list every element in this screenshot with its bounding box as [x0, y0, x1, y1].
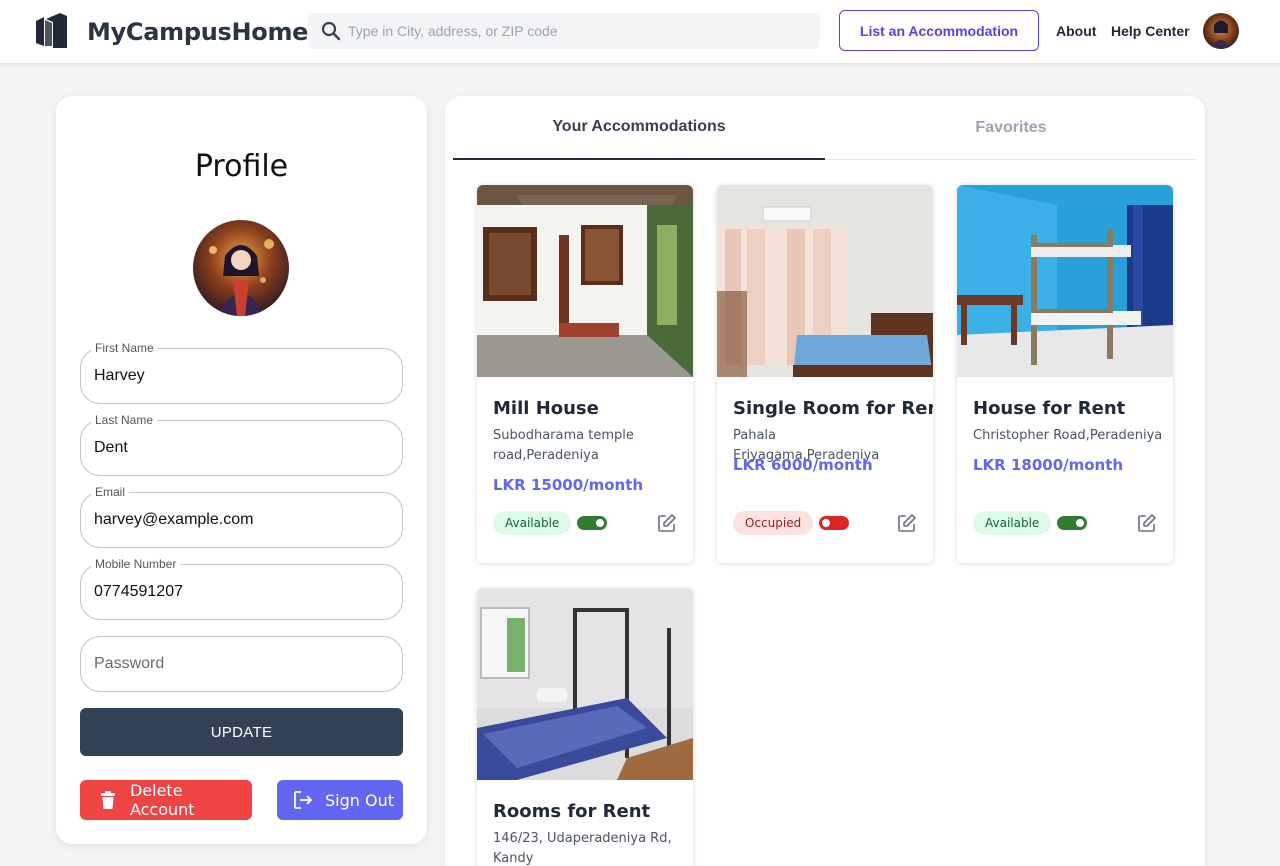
edit-icon[interactable] [657, 513, 677, 533]
trash-icon [100, 791, 115, 809]
listing-photo [957, 185, 1173, 377]
listing-title: House for Rent [973, 398, 1126, 419]
listing-photo [477, 588, 693, 780]
availability-toggle[interactable] [1057, 516, 1087, 530]
listing-card[interactable]: House for Rent Christopher Road,Peradeni… [957, 185, 1173, 563]
password-field[interactable] [80, 636, 403, 692]
email-field[interactable]: Email [80, 485, 403, 548]
last-name-field[interactable]: Last Name [80, 413, 403, 476]
listing-title: Single Room for Rent [733, 398, 933, 419]
building-logo-icon[interactable] [36, 13, 68, 48]
brand-name[interactable]: MyCampusHome [87, 18, 308, 46]
availability-toggle[interactable] [819, 516, 849, 530]
nav-about-link[interactable]: About [1056, 23, 1096, 39]
first-name-field[interactable]: First Name [80, 341, 403, 404]
tab-favorites[interactable]: Favorites [825, 96, 1197, 160]
mobile-number-field[interactable]: Mobile Number [80, 557, 403, 620]
email-input[interactable] [94, 493, 384, 547]
listing-card[interactable]: Rooms for Rent 146/23, Udaperadeniya Rd,… [477, 588, 693, 866]
tab-bar: Your Accommodations Favorites [453, 96, 1197, 160]
password-input[interactable] [94, 637, 384, 691]
delete-account-button[interactable]: Delete Account [80, 780, 252, 820]
list-accommodation-button[interactable]: List an Accommodation [839, 10, 1039, 51]
listing-price: LKR 6000/month [733, 456, 873, 474]
listing-price: LKR 18000/month [973, 456, 1124, 474]
top-navbar: MyCampusHome List an Accommodation About… [0, 0, 1280, 63]
listing-card[interactable]: Mill House Subodharama temple road,Perad… [477, 185, 693, 563]
accommodations-panel: Your Accommodations Favorites Mill House… [445, 96, 1205, 866]
edit-icon[interactable] [1137, 513, 1157, 533]
listing-price: LKR 15000/month [493, 476, 644, 494]
delete-account-label: Delete Account [129, 781, 195, 819]
listing-photo [717, 185, 933, 377]
listing-address: 146/23, Udaperadeniya Rd, Kandy [493, 831, 672, 866]
profile-title: Profile [194, 149, 289, 184]
listing-card[interactable]: Single Room for Rent Pahala Eriyagama,Pe… [717, 185, 933, 563]
sign-out-label: Sign Out [325, 790, 394, 810]
status-badge: Occupied [733, 511, 814, 535]
search-input[interactable] [346, 13, 806, 49]
first-name-input[interactable] [94, 349, 384, 403]
listing-address: Christopher Road,Peradeniya [973, 428, 1163, 443]
status-badge: Available [973, 511, 1052, 535]
profile-avatar[interactable] [193, 220, 289, 316]
listing-title: Mill House [493, 398, 599, 419]
availability-toggle[interactable] [577, 516, 607, 530]
edit-icon[interactable] [897, 513, 917, 533]
sign-out-button[interactable]: Sign Out [277, 780, 403, 820]
status-badge: Available [493, 511, 572, 535]
search-bar[interactable] [308, 13, 820, 49]
sign-out-icon [294, 791, 313, 809]
search-icon [321, 21, 341, 41]
listing-photo [477, 185, 693, 377]
user-avatar[interactable] [1203, 13, 1239, 49]
last-name-input[interactable] [94, 421, 384, 475]
update-button[interactable]: UPDATE [80, 708, 403, 756]
tab-your-accommodations[interactable]: Your Accommodations [453, 96, 825, 160]
listing-title: Rooms for Rent [493, 801, 651, 822]
mobile-number-input[interactable] [94, 565, 384, 619]
profile-card: Profile First Name Last Name [56, 96, 427, 844]
nav-help-center-link[interactable]: Help Center [1111, 23, 1190, 39]
listing-address: Subodharama temple road,Peradeniya [493, 428, 634, 463]
